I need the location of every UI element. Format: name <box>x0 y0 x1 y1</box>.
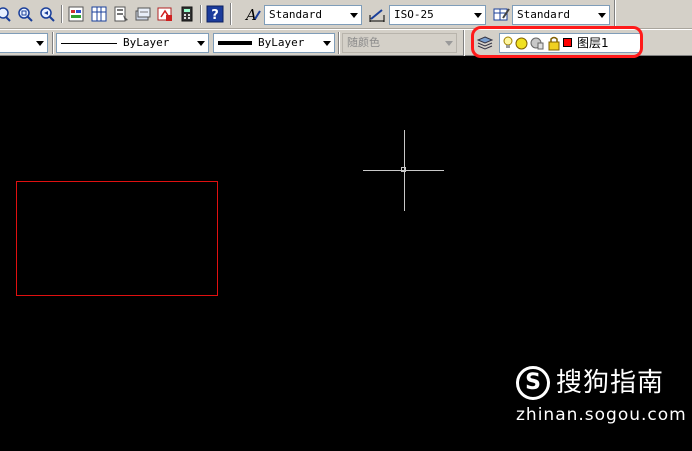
chevron-down-icon[interactable] <box>598 13 606 18</box>
quickcalc-icon[interactable] <box>178 5 196 23</box>
text-style-value: Standard <box>269 8 322 21</box>
drawn-rectangle[interactable] <box>16 181 218 296</box>
crosshair-pickbox <box>401 167 406 172</box>
chevron-down-icon[interactable] <box>445 41 453 46</box>
zoom-realtime-icon[interactable] <box>0 5 12 23</box>
table-style-dropdown[interactable]: Standard <box>512 5 610 25</box>
standard-toolbar: ? A Standard ISO-25 Standard <box>0 0 692 29</box>
sheet-set-icon[interactable] <box>134 5 152 23</box>
plotstyle-value: 随颜色 <box>347 36 380 49</box>
linetype-swatch <box>61 42 117 44</box>
linetype-value: ByLayer <box>123 36 170 49</box>
toolbar-separator <box>338 32 340 54</box>
zoom-previous-icon[interactable] <box>38 5 56 23</box>
toolbar-separator <box>52 32 54 54</box>
toolbar-separator <box>61 5 63 23</box>
table-style-value: Standard <box>517 8 570 21</box>
dim-style-value: ISO-25 <box>394 8 434 21</box>
chevron-down-icon[interactable] <box>197 41 205 46</box>
design-center-icon[interactable] <box>90 5 108 23</box>
plotstyle-control-dropdown[interactable]: 随颜色 <box>342 33 457 53</box>
lineweight-control-dropdown[interactable]: ByLayer <box>213 33 335 53</box>
svg-text:?: ? <box>211 8 219 23</box>
table-style-icon[interactable] <box>492 5 510 23</box>
watermark-title: 搜狗指南 <box>556 368 665 398</box>
annotation-highlight <box>471 26 643 58</box>
toolbar-edge <box>614 0 616 29</box>
chevron-down-icon[interactable] <box>323 41 331 46</box>
color-control-dropdown[interactable] <box>0 33 48 53</box>
properties-icon[interactable] <box>67 5 85 23</box>
chevron-down-icon[interactable] <box>350 13 358 18</box>
chevron-down-icon[interactable] <box>36 41 44 46</box>
lineweight-value: ByLayer <box>258 36 305 49</box>
toolbar-separator <box>200 5 202 23</box>
dim-style-dropdown[interactable]: ISO-25 <box>389 5 486 25</box>
chevron-down-icon[interactable] <box>474 13 482 18</box>
toolbar-separator <box>463 30 465 57</box>
svg-text:A: A <box>244 6 257 23</box>
dim-style-icon[interactable] <box>368 5 386 23</box>
watermark-url: zhinan.sogou.com <box>516 405 687 425</box>
sogou-logo-icon: S <box>516 366 550 400</box>
markup-icon[interactable] <box>156 5 174 23</box>
zoom-window-icon[interactable] <box>16 5 34 23</box>
text-style-icon[interactable]: A <box>244 5 262 24</box>
tool-palettes-icon[interactable] <box>112 5 130 23</box>
lineweight-swatch <box>218 41 252 45</box>
toolbar-separator <box>230 3 232 25</box>
help-icon[interactable]: ? <box>206 5 224 23</box>
text-style-dropdown[interactable]: Standard <box>264 5 362 25</box>
linetype-control-dropdown[interactable]: ByLayer <box>56 33 209 53</box>
